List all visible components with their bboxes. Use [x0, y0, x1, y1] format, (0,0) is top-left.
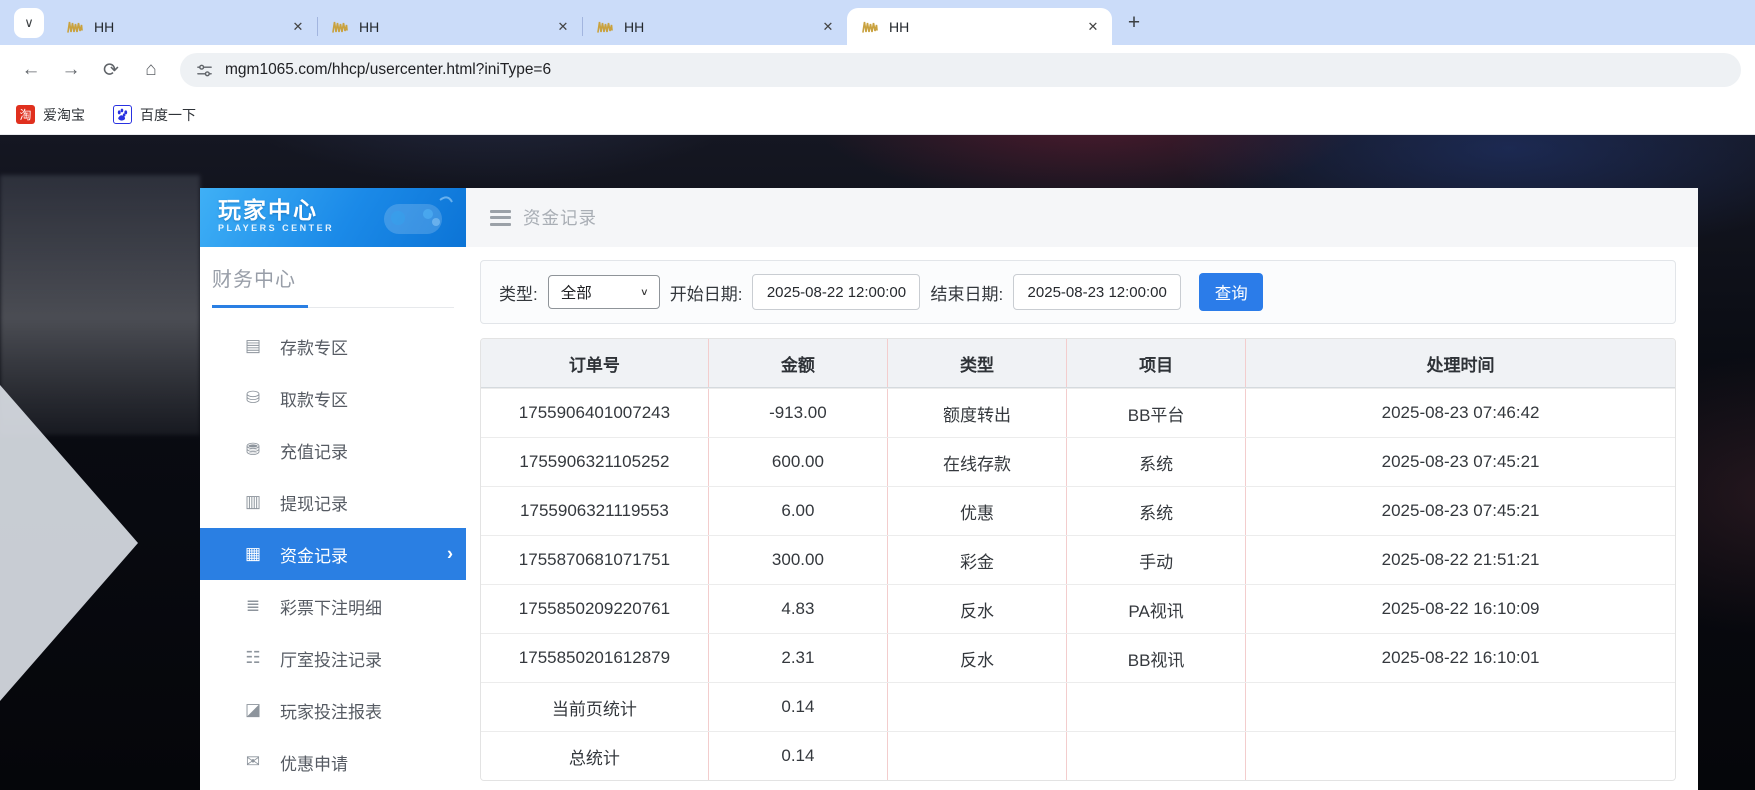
table-row: 1755870681071751 300.00 彩金 手动 2025-08-22… — [481, 535, 1675, 584]
content-header: 资金记录 — [466, 188, 1698, 247]
site-settings-icon[interactable] — [196, 62, 213, 79]
promo-apply-icon: ✉ — [240, 752, 266, 772]
wallet-icon: ▥ — [240, 492, 266, 512]
browser-tab[interactable]: HH ✕ — [317, 8, 582, 45]
sidebar-item-deposit-card[interactable]: ▤ 存款专区 › — [200, 320, 466, 372]
table-row: 1755906321119553 6.00 优惠 系统 2025-08-23 0… — [481, 486, 1675, 535]
background-triangle — [0, 385, 138, 701]
gamepad-icon — [370, 192, 456, 246]
tab-title: HH — [359, 19, 554, 35]
moneybag-icon: ⛃ — [240, 440, 266, 460]
withdraw-hand-icon: ⛁ — [240, 388, 266, 408]
menu-item-label: 资金记录 — [280, 542, 348, 567]
page-background: 玩家中心 PLAYERS CENTER 财务中心 ▤ 存款专区 › ⛁ 取款专区… — [0, 135, 1755, 790]
tab-title: HH — [889, 19, 1084, 35]
menu-item-label: 存款专区 — [280, 334, 348, 359]
browser-toolbar: ← → ⟳ ⌂ mgm1065.com/hhcp/usercenter.html… — [0, 45, 1755, 95]
table-row: 1755850201612879 2.31 反水 BB视讯 2025-08-22… — [481, 633, 1675, 682]
menu-item-label: 厅室投注记录 — [280, 646, 382, 671]
sidebar-menu: ▤ 存款专区 › ⛁ 取款专区 › ⛃ 充值记录 › ▥ 提现记录 › ▦ 资金… — [200, 320, 466, 790]
table-row: 1755906321105252 600.00 在线存款 系统 2025-08-… — [481, 437, 1675, 486]
tab-close-icon[interactable]: ✕ — [554, 18, 572, 36]
sidebar-item-moneybag[interactable]: ⛃ 充值记录 › — [200, 424, 466, 476]
url-text[interactable]: mgm1065.com/hhcp/usercenter.html?iniType… — [225, 61, 551, 79]
page-title: 资金记录 — [523, 205, 597, 230]
chevron-down-icon: ∨ — [640, 286, 649, 297]
taobao-icon: 淘 — [16, 105, 35, 124]
menu-item-label: 充值记录 — [280, 438, 348, 463]
start-date-input[interactable]: 2025-08-22 12:00:00 — [752, 274, 920, 310]
funds-table: 订单号 金额 类型 项目 处理时间 1755906401007243 -913.… — [480, 338, 1676, 781]
bookmark-label: 百度一下 — [140, 105, 196, 125]
tab-close-icon[interactable]: ✕ — [289, 18, 307, 36]
tab-title: HH — [94, 19, 289, 35]
menu-item-label: 提现记录 — [280, 490, 348, 515]
sidebar-item-promo-apply[interactable]: ✉ 优惠申请 › — [200, 736, 466, 788]
site-favicon — [66, 18, 84, 36]
address-bar[interactable]: mgm1065.com/hhcp/usercenter.html?iniType… — [180, 53, 1741, 87]
lottery-detail-icon: ≣ — [240, 596, 266, 616]
start-date-label: 开始日期: — [670, 280, 743, 305]
table-row: 1755906401007243 -913.00 额度转出 BB平台 2025-… — [481, 388, 1675, 437]
finance-section: 财务中心 — [200, 247, 466, 308]
type-select[interactable]: 全部 ∨ — [548, 275, 660, 309]
tab-close-icon[interactable]: ✕ — [1084, 18, 1102, 36]
site-favicon — [596, 18, 614, 36]
site-favicon — [331, 18, 349, 36]
site-favicon — [861, 18, 879, 36]
section-underline — [212, 305, 454, 308]
filter-panel: 类型: 全部 ∨ 开始日期: 2025-08-22 12:00:00 结束日期:… — [480, 260, 1676, 324]
sidebar-item-wallet[interactable]: ▥ 提现记录 › — [200, 476, 466, 528]
type-select-value: 全部 — [561, 281, 592, 303]
sidebar-item-fund-record[interactable]: ▦ 资金记录 › — [200, 528, 466, 580]
table-row: 1755850209220761 4.83 反水 PA视讯 2025-08-22… — [481, 584, 1675, 633]
bookmark-taobao[interactable]: 淘 爱淘宝 — [16, 105, 85, 125]
main-content: 资金记录 类型: 全部 ∨ 开始日期: 2025-08-22 12:00:00 … — [466, 188, 1698, 790]
sidebar-item-player-report[interactable]: ◪ 玩家投注报表 › — [200, 684, 466, 736]
table-header-row: 订单号 金额 类型 项目 处理时间 — [481, 339, 1675, 388]
tab-search-button[interactable]: ∨ — [14, 8, 44, 38]
players-center-banner: 玩家中心 PLAYERS CENTER — [200, 188, 466, 247]
new-tab-button[interactable]: + — [1120, 9, 1148, 37]
menu-item-label: 玩家投注报表 — [280, 698, 382, 723]
query-button[interactable]: 查询 — [1199, 273, 1263, 311]
player-report-icon: ◪ — [240, 700, 266, 720]
forward-button[interactable]: → — [54, 53, 88, 87]
browser-tab[interactable]: HH ✕ — [847, 8, 1112, 45]
menu-item-label: 彩票下注明细 — [280, 594, 382, 619]
sidebar-item-lottery-detail[interactable]: ≣ 彩票下注明细 › — [200, 580, 466, 632]
finance-section-title: 财务中心 — [212, 263, 454, 292]
browser-tab-strip: ∨ HH ✕ HH ✕ HH ✕ HH ✕ + — [0, 0, 1755, 45]
type-label: 类型: — [499, 280, 538, 305]
chevron-right-icon: › — [447, 544, 453, 565]
home-button[interactable]: ⌂ — [134, 53, 168, 87]
end-date-input[interactable]: 2025-08-23 12:00:00 — [1013, 274, 1181, 310]
browser-tab[interactable]: HH ✕ — [52, 8, 317, 45]
menu-hamburger-icon[interactable] — [490, 206, 511, 229]
end-date-label: 结束日期: — [930, 280, 1003, 305]
deposit-card-icon: ▤ — [240, 336, 266, 356]
table-summary-row: 当前页统计 0.14 — [481, 682, 1675, 731]
back-button[interactable]: ← — [14, 53, 48, 87]
sidebar: 玩家中心 PLAYERS CENTER 财务中心 ▤ 存款专区 › ⛁ 取款专区… — [200, 188, 466, 790]
reload-button[interactable]: ⟳ — [94, 53, 128, 87]
browser-tab[interactable]: HH ✕ — [582, 8, 847, 45]
hall-bet-record-icon: ☷ — [240, 648, 266, 668]
tab-close-icon[interactable]: ✕ — [819, 18, 837, 36]
bookmark-baidu[interactable]: 百度一下 — [113, 105, 196, 125]
fund-record-icon: ▦ — [240, 544, 266, 564]
menu-item-label: 优惠申请 — [280, 750, 348, 775]
menu-item-label: 取款专区 — [280, 386, 348, 411]
table-summary-row: 总统计 0.14 — [481, 731, 1675, 780]
bookmarks-bar: 淘 爱淘宝 百度一下 — [0, 95, 1755, 135]
sidebar-item-withdraw-hand[interactable]: ⛁ 取款专区 › — [200, 372, 466, 424]
sidebar-item-hall-bet-record[interactable]: ☷ 厅室投注记录 › — [200, 632, 466, 684]
bookmark-label: 爱淘宝 — [43, 105, 85, 125]
tab-title: HH — [624, 19, 819, 35]
baidu-paw-icon — [113, 105, 132, 124]
